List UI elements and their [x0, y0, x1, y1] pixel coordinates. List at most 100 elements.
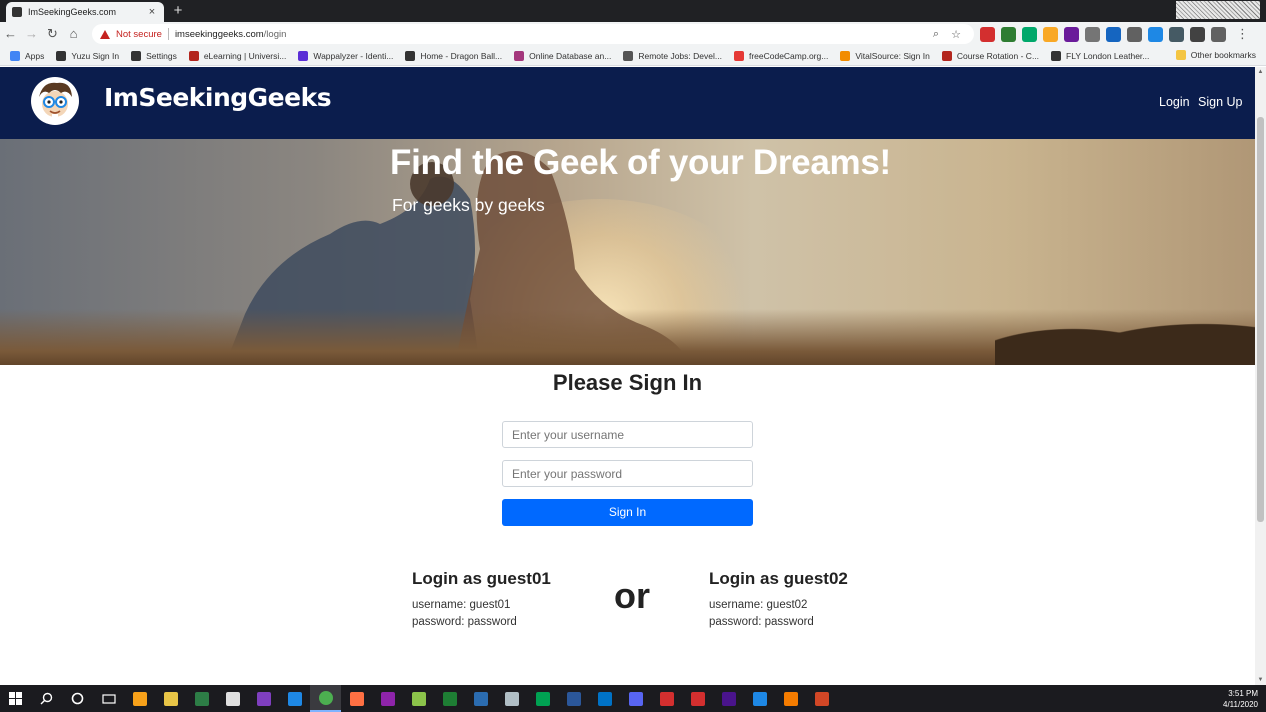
bookmark-item[interactable]: freeCodeCamp.org...	[733, 50, 828, 61]
forward-icon[interactable]: →	[21, 23, 42, 45]
guest02-login-block[interactable]: Login as guest02 username: guest02 passw…	[709, 569, 848, 631]
guest01-password: password: password	[412, 616, 517, 628]
taskbar-app-icon[interactable]	[403, 685, 434, 712]
guest01-login-block[interactable]: Login as guest01 username: guest01 passw…	[412, 569, 551, 631]
bookmark-item[interactable]: Wappalyzer - Identi...	[298, 50, 393, 61]
bookmark-item[interactable]: Settings	[131, 50, 177, 61]
guest02-heading[interactable]: Login as guest02	[709, 569, 848, 589]
cortana-icon[interactable]	[62, 685, 93, 712]
bookmark-item[interactable]: VitalSource: Sign In	[840, 50, 930, 61]
bookmark-item[interactable]: FLY London Leather...	[1051, 50, 1149, 61]
bookmark-item[interactable]: Yuzu Sign In	[56, 50, 119, 61]
home-icon[interactable]: ⌂	[63, 23, 84, 45]
url-text[interactable]: imseekinggeeks.com/login	[175, 29, 926, 40]
page-viewport: ImSeekingGeeks Login Sign Up Find the Ge…	[0, 67, 1255, 685]
reload-icon[interactable]: ↻	[42, 23, 63, 45]
scroll-down-icon[interactable]: ▼	[1255, 675, 1266, 685]
bookmark-item[interactable]: Remote Jobs: Devel...	[623, 50, 722, 61]
browser-extension-icon[interactable]	[1127, 26, 1142, 42]
taskbar-app-icon[interactable]	[651, 685, 682, 712]
browser-extension-icon[interactable]	[1022, 26, 1037, 42]
bookmark-favicon-icon	[623, 50, 634, 61]
bookmark-item[interactable]: Home - Dragon Ball...	[405, 50, 502, 61]
bookmark-item[interactable]: eLearning | Universi...	[188, 50, 286, 61]
new-tab-icon[interactable]: +	[170, 3, 186, 19]
taskbar-app-icon[interactable]	[558, 685, 589, 712]
taskbar-app-icon[interactable]	[310, 685, 341, 712]
bookmark-favicon-icon	[941, 50, 952, 61]
scroll-up-icon[interactable]: ▲	[1255, 67, 1266, 77]
task-view-icon[interactable]	[93, 685, 124, 712]
guest02-password: password: password	[709, 616, 814, 628]
zoom-icon[interactable]: ⌕	[926, 28, 946, 41]
geek-logo-icon[interactable]	[31, 77, 79, 125]
browser-extension-icon[interactable]	[1169, 26, 1184, 42]
bookmark-item[interactable]: Apps	[10, 50, 44, 61]
taskbar-app-icon[interactable]	[341, 685, 372, 712]
hero-title: Find the Geek of your Dreams!	[390, 143, 891, 182]
taskbar-app-icon[interactable]	[124, 685, 155, 712]
username-input[interactable]	[502, 421, 753, 448]
not-secure-warning-icon	[100, 29, 110, 39]
or-separator: or	[614, 575, 650, 616]
window-controls-area	[1176, 1, 1260, 19]
taskbar-app-icon[interactable]	[713, 685, 744, 712]
brand-title[interactable]: ImSeekingGeeks	[104, 83, 332, 112]
taskbar-app-icon[interactable]	[806, 685, 837, 712]
windows-taskbar: 3:51 PM 4/11/2020	[0, 685, 1266, 712]
signin-button[interactable]: Sign In	[502, 499, 753, 526]
browser-tab[interactable]: ImSeekingGeeks.com ×	[6, 2, 164, 22]
taskbar-app-icon[interactable]	[775, 685, 806, 712]
other-bookmarks[interactable]: Other bookmarks	[1175, 50, 1256, 60]
bookmark-item[interactable]: Online Database an...	[514, 50, 611, 61]
nav-login-link[interactable]: Login	[1159, 95, 1190, 109]
taskbar-app-icon[interactable]	[589, 685, 620, 712]
windows-start-icon[interactable]	[0, 685, 31, 712]
scroll-thumb[interactable]	[1257, 117, 1264, 522]
bookmark-favicon-icon	[840, 50, 851, 61]
bookmark-favicon-icon	[733, 50, 744, 61]
browser-extension-icon[interactable]	[1190, 26, 1205, 42]
browser-extension-icon[interactable]	[1043, 26, 1058, 42]
browser-extension-icon[interactable]	[1001, 26, 1016, 42]
browser-extension-icon[interactable]	[1211, 26, 1226, 42]
taskbar-app-icon[interactable]	[279, 685, 310, 712]
taskbar-app-icon[interactable]	[186, 685, 217, 712]
folder-icon	[1175, 50, 1186, 60]
browser-extension-icon[interactable]	[1064, 26, 1079, 42]
bookmark-favicon-icon	[56, 50, 67, 61]
taskbar-app-icon[interactable]	[155, 685, 186, 712]
guest01-username: username: guest01	[412, 599, 511, 611]
browser-extension-icon[interactable]	[980, 26, 995, 42]
bookmark-item[interactable]: Course Rotation - C...	[941, 50, 1039, 61]
bookmark-star-icon[interactable]: ☆	[946, 28, 966, 41]
system-clock[interactable]: 3:51 PM 4/11/2020	[1223, 688, 1258, 710]
password-input[interactable]	[502, 460, 753, 487]
back-icon[interactable]: ←	[0, 23, 21, 45]
taskbar-app-icon[interactable]	[527, 685, 558, 712]
browser-tab-strip: ImSeekingGeeks.com × +	[0, 0, 1266, 22]
browser-extension-icon[interactable]	[1148, 26, 1163, 42]
taskbar-app-icon[interactable]	[496, 685, 527, 712]
nav-signup-link[interactable]: Sign Up	[1198, 95, 1242, 109]
address-bar[interactable]: Not secure imseekinggeeks.com/login ⌕ ☆	[92, 24, 974, 44]
taskbar-app-icon[interactable]	[744, 685, 775, 712]
chrome-menu-icon[interactable]: ⋮	[1236, 26, 1249, 42]
address-divider	[167, 28, 169, 40]
search-icon[interactable]	[31, 685, 62, 712]
taskbar-app-icon[interactable]	[682, 685, 713, 712]
browser-extension-icon[interactable]	[1085, 26, 1100, 42]
browser-extension-icon[interactable]	[1106, 26, 1121, 42]
taskbar-app-icon[interactable]	[248, 685, 279, 712]
bookmark-favicon-icon	[10, 50, 20, 61]
taskbar-app-icon[interactable]	[465, 685, 496, 712]
bookmark-favicon-icon	[405, 50, 416, 61]
hero-trees	[995, 304, 1255, 365]
taskbar-app-icon[interactable]	[434, 685, 465, 712]
tab-close-icon[interactable]: ×	[146, 6, 158, 18]
page-scrollbar[interactable]: ▲ ▼	[1255, 67, 1266, 685]
taskbar-app-icon[interactable]	[620, 685, 651, 712]
taskbar-app-icon[interactable]	[372, 685, 403, 712]
taskbar-app-icon[interactable]	[217, 685, 248, 712]
guest01-heading[interactable]: Login as guest01	[412, 569, 551, 589]
